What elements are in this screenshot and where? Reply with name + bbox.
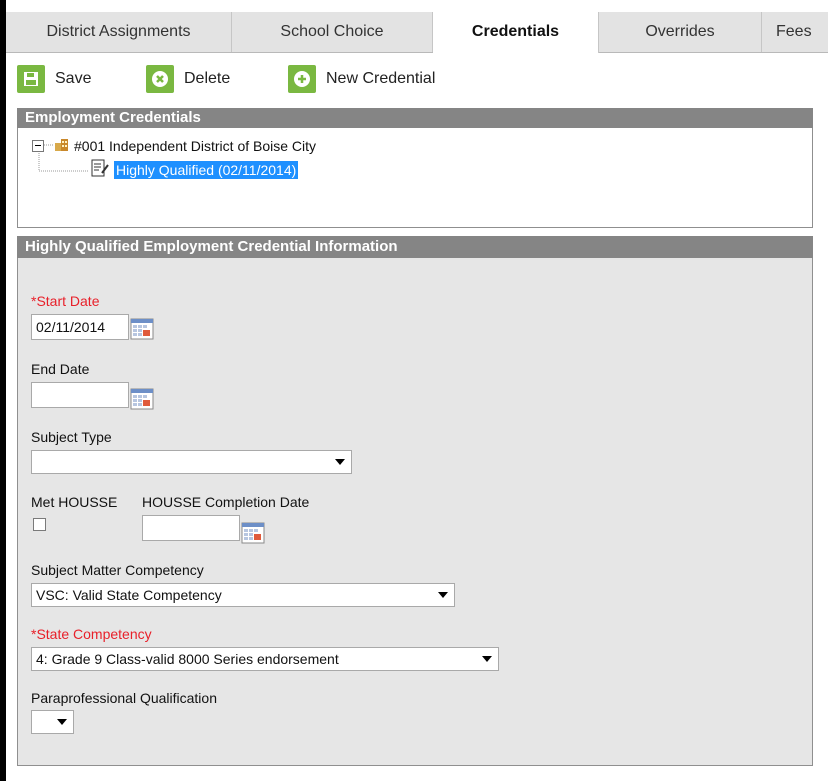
chevron-down-icon <box>57 719 67 725</box>
delete-button[interactable]: Delete <box>146 63 230 95</box>
new-credential-label: New Credential <box>326 70 436 87</box>
calendar-icon[interactable] <box>241 521 267 545</box>
housse-completion-date-field[interactable] <box>142 515 240 541</box>
subject-type-select[interactable] <box>31 450 352 474</box>
delete-icon <box>146 65 174 93</box>
end-date-label: End Date <box>31 361 90 377</box>
form-panel-header: Highly Qualified Employment Credential I… <box>17 236 813 258</box>
app-frame: District Assignments School Choice Crede… <box>6 0 828 781</box>
chevron-down-icon <box>335 459 345 465</box>
highly-qualified-node-label: Highly Qualified (02/11/2014) <box>114 160 299 179</box>
start-date-field[interactable]: 02/11/2014 <box>31 314 129 340</box>
credential-info-panel: Highly Qualified Employment Credential I… <box>17 236 813 766</box>
calendar-icon[interactable] <box>130 387 156 411</box>
subject-matter-competency-select[interactable]: VSC: Valid State Competency <box>31 583 455 607</box>
delete-label: Delete <box>184 70 231 87</box>
state-competency-select[interactable]: 4: Grade 9 Class-valid 8000 Series endor… <box>31 647 499 671</box>
calendar-icon[interactable] <box>130 317 156 341</box>
start-date-label: *Start Date <box>31 293 100 309</box>
tab-overrides[interactable]: Overrides <box>599 12 762 52</box>
chevron-down-icon <box>438 592 448 598</box>
collapse-icon[interactable] <box>32 139 44 152</box>
end-date-field[interactable] <box>31 382 129 408</box>
new-credential-button[interactable]: New Credential <box>288 63 435 95</box>
toolbar: Save Delete New Credential <box>6 54 828 104</box>
tree-node-highly-qualified[interactable]: Highly Qualified (02/11/2014) <box>90 159 299 180</box>
tab-school-choice[interactable]: School Choice <box>232 12 433 52</box>
paraprofessional-qualification-select[interactable] <box>31 710 74 734</box>
add-icon <box>288 65 316 93</box>
subject-type-label: Subject Type <box>31 429 112 445</box>
state-competency-value: 4: Grade 9 Class-valid 8000 Series endor… <box>36 651 339 667</box>
state-competency-label: *State Competency <box>31 626 152 642</box>
subject-matter-competency-value: VSC: Valid State Competency <box>36 587 222 603</box>
save-icon <box>17 65 45 93</box>
credential-document-icon <box>90 159 110 180</box>
district-node-label: #001 Independent District of Boise City <box>74 137 317 154</box>
district-building-icon <box>54 136 70 155</box>
tab-fees[interactable]: Fees <box>762 12 828 52</box>
tree-node-district[interactable]: #001 Independent District of Boise City <box>32 136 316 155</box>
met-housse-label: Met HOUSSE <box>31 494 118 510</box>
paraprofessional-qualification-label: Paraprofessional Qualification <box>31 690 217 706</box>
housse-completion-date-label: HOUSSE Completion Date <box>142 494 310 510</box>
employment-credentials-tree: Employment Credentials #001 Independent … <box>17 108 813 228</box>
tab-district-assignments[interactable]: District Assignments <box>6 12 232 52</box>
tab-bar: District Assignments School Choice Crede… <box>6 12 828 53</box>
met-housse-checkbox[interactable] <box>33 518 46 531</box>
save-button[interactable]: Save <box>17 63 91 95</box>
tab-credentials[interactable]: Credentials <box>433 12 599 53</box>
save-label: Save <box>55 70 92 87</box>
subject-matter-competency-label: Subject Matter Competency <box>31 562 204 578</box>
chevron-down-icon <box>482 656 492 662</box>
